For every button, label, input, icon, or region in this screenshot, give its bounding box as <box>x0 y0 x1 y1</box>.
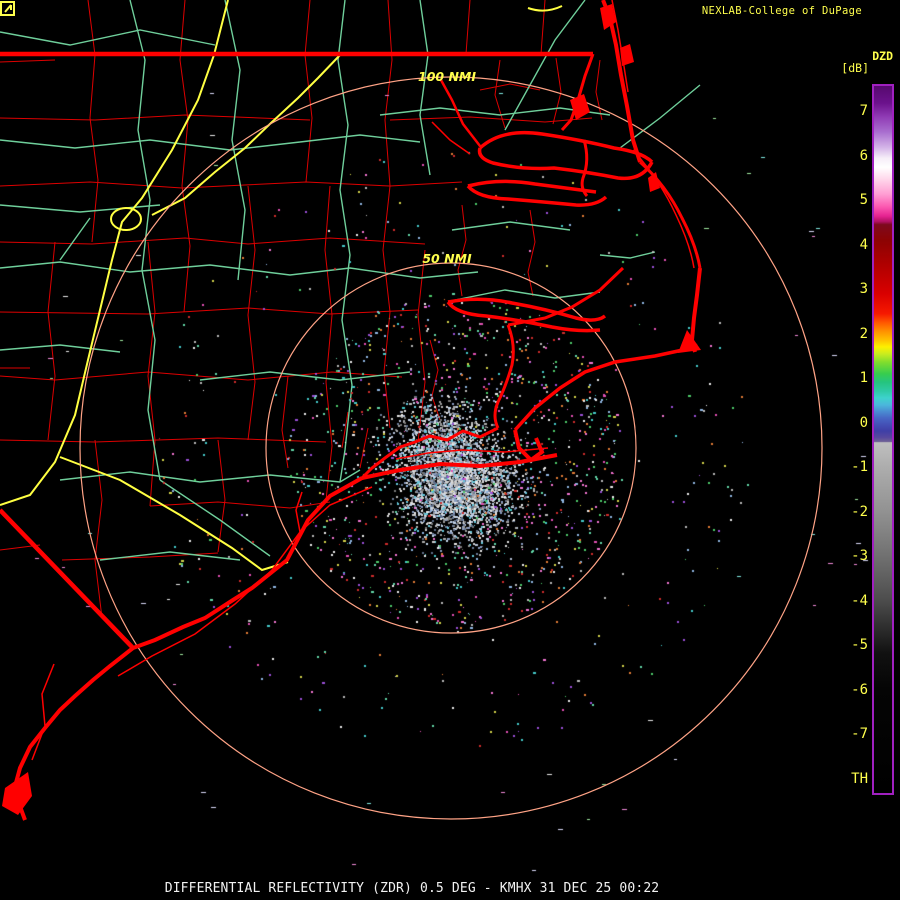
coastline-segment <box>477 147 654 181</box>
coastline-segment <box>513 429 545 463</box>
colorbar-tick: -6 <box>851 682 868 698</box>
colorbar-tick: 3 <box>859 281 868 297</box>
colorbar-gradient <box>872 84 894 795</box>
range-ring-label-50nmi: 50 NMI <box>422 251 472 266</box>
coastline-segment <box>648 172 660 192</box>
coastline-segment <box>11 476 363 821</box>
coastline-segment <box>580 139 589 197</box>
range-ring-100nmi <box>79 76 823 820</box>
radar-product-image: NEXLAB-College of DuPage DZD [dB] 7 6 5 … <box>0 0 900 900</box>
colorbar-tick: 6 <box>859 148 868 164</box>
colorbar-tick: 1 <box>859 370 868 386</box>
coastline-segment <box>513 346 693 432</box>
state-borders <box>0 51 593 650</box>
colorbar-tick: 0 <box>859 415 868 431</box>
colorbar-tick: 4 <box>859 237 868 253</box>
coastline-segment <box>295 491 303 533</box>
colorbar-tick: TH <box>851 771 868 787</box>
coastline <box>2 0 702 821</box>
coastline-segment <box>31 663 55 761</box>
site-credit: NEXLAB-College of DuPage <box>701 5 862 17</box>
coastline-segment <box>399 426 499 449</box>
coastline-segment <box>478 130 654 164</box>
coastline-segment <box>620 44 634 66</box>
colorbar-tick: -1 <box>851 459 868 475</box>
state-borders-segment <box>0 508 135 650</box>
colorbar-tick: 5 <box>859 192 868 208</box>
product-title: DIFFERENTIAL REFLECTIVITY (ZDR) 0.5 DEG … <box>164 881 660 896</box>
range-ring-label-100nmi: 100 NMI <box>418 69 476 84</box>
colorbar-tick: -3 <box>851 548 868 564</box>
cod-logo-icon <box>0 1 15 16</box>
coastline-segment <box>467 179 597 194</box>
colorbar-units-label: [dB] <box>841 61 869 75</box>
colorbar-tick: 2 <box>859 326 868 342</box>
colorbar-tick: -4 <box>851 593 868 609</box>
colorbar-tick: -7 <box>851 726 868 742</box>
coast-and-rings <box>0 0 823 821</box>
colorbar-tick: -2 <box>851 504 868 520</box>
coastline-segment <box>493 324 515 429</box>
colorbar-tick: -5 <box>851 637 868 653</box>
colorbar-tick: 7 <box>859 103 868 119</box>
coastline-segment <box>117 486 373 677</box>
product-code-label: DZD <box>872 49 893 63</box>
range-rings <box>79 76 823 820</box>
coastline-segment <box>632 149 695 269</box>
